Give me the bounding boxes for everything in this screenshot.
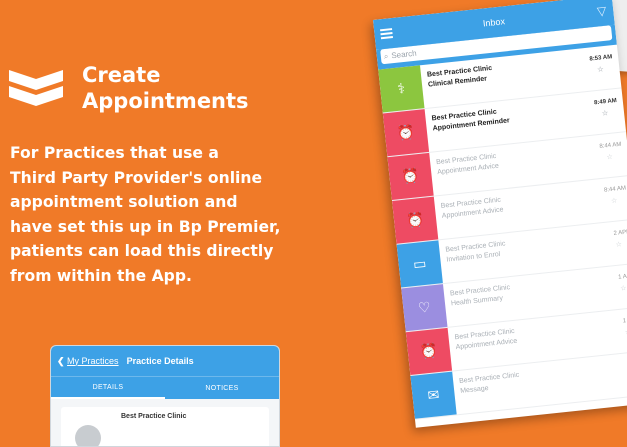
description-line: Third Party Provider's online: [10, 168, 263, 187]
section-heading: Create Appointments: [82, 62, 249, 114]
message-time: 8:44 AM: [599, 141, 622, 151]
inbox-screen: Inbox ▽ ⌕ Search ⚕ Best Practice Clinic Cl…: [373, 0, 627, 428]
search-placeholder: Search: [390, 48, 418, 61]
star-icon[interactable]: ☆: [592, 107, 619, 122]
heading-line-1: Create: [82, 63, 161, 87]
practice-title: Practice Details: [126, 356, 194, 366]
star-icon[interactable]: ☆: [610, 282, 627, 297]
star-icon[interactable]: ☆: [596, 151, 623, 166]
practice-card[interactable]: Best Practice Clinic: [61, 407, 269, 446]
message-meta: 8:44 AM ☆: [576, 132, 627, 180]
tab-notices[interactable]: NOTICES: [165, 377, 279, 399]
message-time: 1 APR: [617, 273, 627, 281]
star-icon[interactable]: ☆: [587, 63, 614, 78]
practice-details-screen: ❮ My Practices Practice Details DETAILS …: [50, 345, 280, 447]
heading-line-2: Appointments: [82, 89, 249, 113]
star-icon[interactable]: ☆: [601, 194, 627, 209]
menu-icon[interactable]: [380, 28, 393, 40]
message-time: 1 APR: [622, 317, 627, 325]
filter-icon[interactable]: ▽: [596, 4, 607, 19]
star-icon[interactable]: ☆: [605, 238, 627, 253]
message-time: 8:49 AM: [593, 97, 618, 107]
practice-tabs: DETAILS NOTICES: [51, 376, 279, 399]
id-card-icon: ▭: [396, 240, 443, 288]
description-line: appointment solution and: [10, 193, 238, 212]
description-line: from within the App.: [10, 266, 192, 285]
description-line: patients can load this directly: [10, 242, 274, 261]
practice-header: ❮ My Practices Practice Details: [51, 346, 279, 376]
message-time: 2 APR: [613, 229, 627, 237]
message-meta: 1 APR☆: [590, 263, 627, 311]
message-time: 8:44 AM: [603, 185, 627, 194]
message-meta: 8:53 AM ☆: [567, 45, 621, 93]
description-line: For Practices that use a: [10, 144, 219, 162]
message-time: 8:53 AM: [589, 54, 613, 63]
practice-name: Best Practice Clinic: [121, 413, 187, 420]
description-text: For Practices that use a Third Party Pro…: [10, 141, 370, 289]
message-icon: ✉: [410, 371, 457, 419]
avatar: [75, 425, 101, 446]
message-meta: 8:44 AM ☆: [581, 176, 627, 224]
stethoscope-icon: ⚕: [378, 65, 425, 113]
tab-details[interactable]: DETAILS: [51, 377, 165, 399]
description-line: have set this up in Bp Premier,: [10, 217, 281, 236]
search-icon: ⌕: [383, 51, 389, 61]
back-link-label[interactable]: My Practices: [67, 356, 119, 366]
message-meta: 1 APR☆: [595, 307, 627, 355]
inbox-list: ⚕ Best Practice Clinic Clinical Reminder 8:…: [378, 44, 627, 420]
alarm-clock-icon: ⏰: [392, 196, 439, 244]
alarm-clock-icon: ⏰: [382, 109, 430, 157]
message-meta: 1 APR☆: [599, 351, 627, 399]
star-icon[interactable]: ☆: [619, 369, 627, 384]
alarm-clock-icon: ⏰: [387, 152, 434, 201]
message-meta: 8:49 AM ☆: [572, 88, 626, 136]
heart-icon: ♡: [401, 284, 448, 332]
alarm-clock-icon: ⏰: [405, 327, 453, 376]
chevron-down-icon: [9, 70, 63, 106]
star-icon[interactable]: ☆: [615, 326, 627, 341]
message-meta: 2 APR ☆: [586, 220, 627, 268]
inbox-title: Inbox: [482, 16, 506, 29]
back-link[interactable]: ❮ My Practices: [57, 356, 119, 367]
